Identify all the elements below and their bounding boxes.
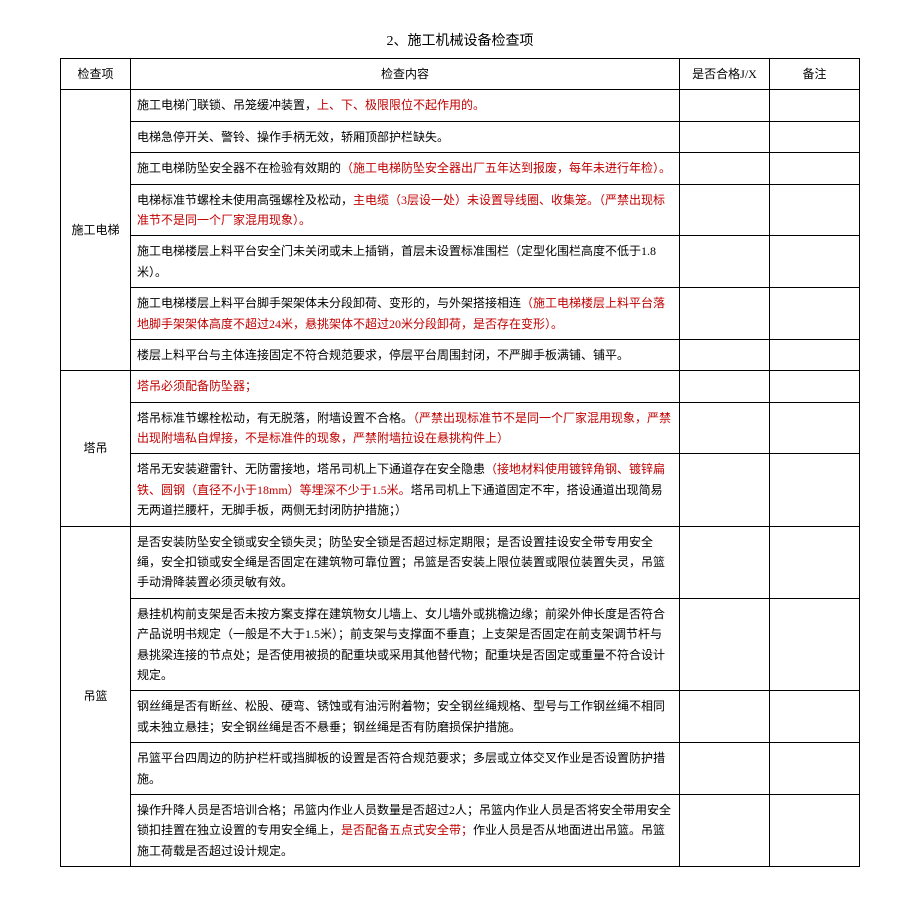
table-row: 吊篮是否安装防坠安全锁或安全锁失灵；防坠安全锁是否超过标定期限；是否设置挂设安全… <box>61 526 860 598</box>
table-row: 电梯急停开关、警铃、操作手柄无效，轿厢顶部护栏缺失。 <box>61 121 860 152</box>
category-cell: 塔吊 <box>61 371 131 526</box>
pass-cell <box>680 598 770 691</box>
content-cell: 施工电梯楼层上料平台脚手架架体未分段卸荷、变形的，与外架搭接相连（施工电梯楼层上… <box>131 288 680 340</box>
remark-cell <box>770 598 860 691</box>
header-remark: 备注 <box>770 59 860 90</box>
pass-cell <box>680 691 770 743</box>
content-cell: 塔吊无安装避雷针、无防雷接地，塔吊司机上下通道存在安全隐患（接地材料使用镀锌角钢… <box>131 454 680 526</box>
pass-cell <box>680 184 770 236</box>
content-text: 施工电梯门联锁、吊笼缓冲装置， <box>137 98 317 112</box>
content-cell: 钢丝绳是否有断丝、松股、硬弯、锈蚀或有油污附着物；安全钢丝绳规格、型号与工作钢丝… <box>131 691 680 743</box>
table-row: 塔吊塔吊必须配备防坠器； <box>61 371 860 402</box>
content-cell: 电梯急停开关、警铃、操作手柄无效，轿厢顶部护栏缺失。 <box>131 121 680 152</box>
pass-cell <box>680 121 770 152</box>
content-cell: 施工电梯防坠安全器不在检验有效期的（施工电梯防坠安全器出厂五年达到报废，每年未进… <box>131 153 680 184</box>
pass-cell <box>680 371 770 402</box>
content-text: 塔吊无安装避雷针、无防雷接地，塔吊司机上下通道存在安全隐患 <box>137 462 485 476</box>
content-text: 电梯急停开关、警铃、操作手柄无效，轿厢顶部护栏缺失。 <box>137 130 449 144</box>
content-text: 钢丝绳是否有断丝、松股、硬弯、锈蚀或有油污附着物；安全钢丝绳规格、型号与工作钢丝… <box>137 699 665 733</box>
pass-cell <box>680 90 770 121</box>
pass-cell <box>680 526 770 598</box>
remark-cell <box>770 339 860 370</box>
content-cell: 操作升降人员是否培训合格；吊篮内作业人员数量是否超过2人；吊篮内作业人员是否将安… <box>131 794 680 866</box>
remark-cell <box>770 236 860 288</box>
pass-cell <box>680 794 770 866</box>
remark-cell <box>770 184 860 236</box>
content-text: 上、下、极限限位不起作用的。 <box>317 98 485 112</box>
remark-cell <box>770 402 860 454</box>
page-title: 2、施工机械设备检查项 <box>60 30 860 50</box>
content-text: 是否配备五点式安全带； <box>341 823 473 837</box>
remark-cell <box>770 121 860 152</box>
content-text: 塔吊标准节螺栓松动，有无脱落，附墙设置不合格。 <box>137 411 413 425</box>
content-cell: 塔吊标准节螺栓松动，有无脱落，附墙设置不合格。（严禁出现标准节不是同一个厂家混用… <box>131 402 680 454</box>
content-text: 电梯标准节螺栓未使用高强螺栓及松动， <box>137 193 353 207</box>
remark-cell <box>770 691 860 743</box>
content-text: 悬挂机构前支架是否未按方案支撑在建筑物女儿墙上、女儿墙外或挑檐边缘；前梁外伸长度… <box>137 607 665 682</box>
content-text: （施工电梯防坠安全器出厂五年达到报废，每年未进行年检）。 <box>341 161 671 175</box>
table-row: 塔吊标准节螺栓松动，有无脱落，附墙设置不合格。（严禁出现标准节不是同一个厂家混用… <box>61 402 860 454</box>
table-row: 电梯标准节螺栓未使用高强螺栓及松动，主电缆（3层设一处）未设置导线圈、收集笼。（… <box>61 184 860 236</box>
remark-cell <box>770 526 860 598</box>
remark-cell <box>770 743 860 795</box>
remark-cell <box>770 454 860 526</box>
inspection-table: 检查项 检查内容 是否合格J/X 备注 施工电梯施工电梯门联锁、吊笼缓冲装置，上… <box>60 58 860 867</box>
content-text: 塔吊必须配备防坠器； <box>137 379 257 393</box>
remark-cell <box>770 90 860 121</box>
pass-cell <box>680 743 770 795</box>
table-row: 钢丝绳是否有断丝、松股、硬弯、锈蚀或有油污附着物；安全钢丝绳规格、型号与工作钢丝… <box>61 691 860 743</box>
pass-cell <box>680 153 770 184</box>
header-pass: 是否合格J/X <box>680 59 770 90</box>
table-row: 悬挂机构前支架是否未按方案支撑在建筑物女儿墙上、女儿墙外或挑檐边缘；前梁外伸长度… <box>61 598 860 691</box>
content-cell: 悬挂机构前支架是否未按方案支撑在建筑物女儿墙上、女儿墙外或挑檐边缘；前梁外伸长度… <box>131 598 680 691</box>
remark-cell <box>770 153 860 184</box>
pass-cell <box>680 454 770 526</box>
content-cell: 塔吊必须配备防坠器； <box>131 371 680 402</box>
pass-cell <box>680 339 770 370</box>
content-text: 楼层上料平台与主体连接固定不符合规范要求，停层平台周围封闭，不严脚手板满铺、铺平… <box>137 348 629 362</box>
table-row: 操作升降人员是否培训合格；吊篮内作业人员数量是否超过2人；吊篮内作业人员是否将安… <box>61 794 860 866</box>
content-cell: 施工电梯楼层上料平台安全门未关闭或未上插销，首层未设置标准围栏（定型化围栏高度不… <box>131 236 680 288</box>
header-item: 检查项 <box>61 59 131 90</box>
remark-cell <box>770 288 860 340</box>
category-cell: 吊篮 <box>61 526 131 866</box>
content-text: 施工电梯楼层上料平台脚手架架体未分段卸荷、变形的，与外架搭接相连 <box>137 296 521 310</box>
content-text: 施工电梯楼层上料平台安全门未关闭或未上插销，首层未设置标准围栏（定型化围栏高度不… <box>137 244 656 278</box>
pass-cell <box>680 288 770 340</box>
content-cell: 电梯标准节螺栓未使用高强螺栓及松动，主电缆（3层设一处）未设置导线圈、收集笼。（… <box>131 184 680 236</box>
table-row: 吊篮平台四周边的防护栏杆或挡脚板的设置是否符合规范要求；多层或立体交叉作业是否设… <box>61 743 860 795</box>
table-row: 施工电梯楼层上料平台脚手架架体未分段卸荷、变形的，与外架搭接相连（施工电梯楼层上… <box>61 288 860 340</box>
pass-cell <box>680 236 770 288</box>
header-content: 检查内容 <box>131 59 680 90</box>
content-cell: 楼层上料平台与主体连接固定不符合规范要求，停层平台周围封闭，不严脚手板满铺、铺平… <box>131 339 680 370</box>
table-row: 施工电梯防坠安全器不在检验有效期的（施工电梯防坠安全器出厂五年达到报废，每年未进… <box>61 153 860 184</box>
content-cell: 吊篮平台四周边的防护栏杆或挡脚板的设置是否符合规范要求；多层或立体交叉作业是否设… <box>131 743 680 795</box>
content-cell: 是否安装防坠安全锁或安全锁失灵；防坠安全锁是否超过标定期限；是否设置挂设安全带专… <box>131 526 680 598</box>
category-cell: 施工电梯 <box>61 90 131 371</box>
pass-cell <box>680 402 770 454</box>
table-row: 施工电梯施工电梯门联锁、吊笼缓冲装置，上、下、极限限位不起作用的。 <box>61 90 860 121</box>
table-row: 塔吊无安装避雷针、无防雷接地，塔吊司机上下通道存在安全隐患（接地材料使用镀锌角钢… <box>61 454 860 526</box>
table-row: 楼层上料平台与主体连接固定不符合规范要求，停层平台周围封闭，不严脚手板满铺、铺平… <box>61 339 860 370</box>
content-text: 吊篮平台四周边的防护栏杆或挡脚板的设置是否符合规范要求；多层或立体交叉作业是否设… <box>137 751 665 785</box>
content-text: 施工电梯防坠安全器不在检验有效期的 <box>137 161 341 175</box>
remark-cell <box>770 371 860 402</box>
content-text: 是否安装防坠安全锁或安全锁失灵；防坠安全锁是否超过标定期限；是否设置挂设安全带专… <box>137 535 665 590</box>
content-cell: 施工电梯门联锁、吊笼缓冲装置，上、下、极限限位不起作用的。 <box>131 90 680 121</box>
remark-cell <box>770 794 860 866</box>
table-row: 施工电梯楼层上料平台安全门未关闭或未上插销，首层未设置标准围栏（定型化围栏高度不… <box>61 236 860 288</box>
